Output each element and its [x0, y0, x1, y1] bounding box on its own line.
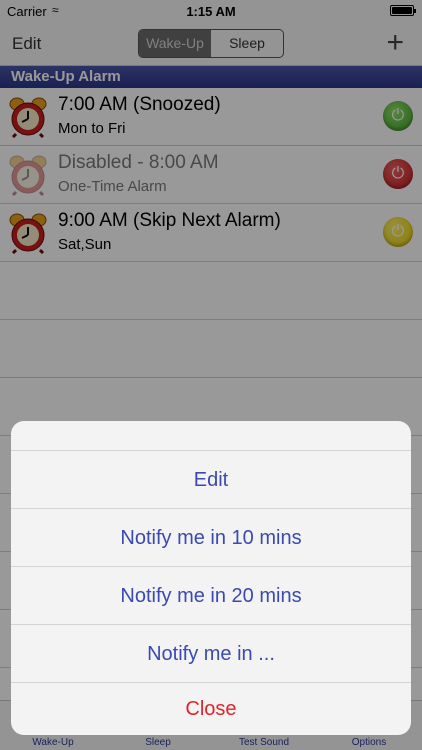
notify-10-mins-button[interactable]: Notify me in 10 mins — [11, 508, 411, 566]
action-sheet: Edit Notify me in 10 mins Notify me in 2… — [11, 421, 411, 735]
edit-action-button[interactable]: Edit — [11, 450, 411, 508]
close-button[interactable]: Close — [11, 682, 411, 735]
action-sheet-header — [11, 421, 411, 450]
notify-custom-button[interactable]: Notify me in ... — [11, 624, 411, 682]
notify-20-mins-button[interactable]: Notify me in 20 mins — [11, 566, 411, 624]
